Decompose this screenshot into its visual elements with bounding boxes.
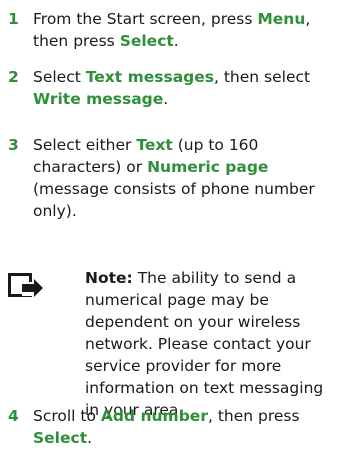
note-label: Note: [85, 269, 133, 287]
keyword-text: Text [136, 136, 173, 154]
step-text-segment: From the Start screen, press [33, 10, 258, 28]
step-text-segment: , then press [207, 407, 300, 425]
keyword-numeric-page: Numeric page [147, 158, 269, 176]
note-body: The ability to send a numerical page may… [85, 269, 324, 419]
step-4: 4 Scroll to Add number, then press Selec… [8, 405, 333, 449]
keyword-text-messages: Text messages [85, 68, 214, 86]
note-text: Note: The ability to send a numerical pa… [85, 267, 340, 421]
keyword-select: Select [119, 32, 174, 50]
step-3: 3 Select either Text (up to 160 characte… [8, 134, 333, 222]
step-number: 1 [8, 10, 19, 28]
step-number: 4 [8, 407, 19, 425]
step-text: Select either Text (up to 160 characters… [33, 134, 333, 222]
step-number: 2 [8, 68, 19, 86]
step-2: 2 Select Text messages, then select Writ… [8, 66, 333, 110]
step-text: Scroll to Add number, then press Select. [33, 405, 333, 449]
step-text: Select Text messages, then select Write … [33, 66, 333, 110]
step-text-segment: (message consists of phone number only). [33, 180, 315, 220]
step-text-segment: , then select [214, 68, 311, 86]
keyword-add-number: Add number [100, 407, 208, 425]
keyword-menu: Menu [257, 10, 306, 28]
step-text-segment: Select [33, 68, 86, 86]
step-number: 3 [8, 136, 19, 154]
step-text-segment: Scroll to [33, 407, 101, 425]
keyword-write-message: Write message [33, 90, 164, 108]
step-text-segment: . [163, 90, 169, 108]
step-1: 1 From the Start screen, press Menu, the… [8, 8, 333, 52]
keyword-select: Select [33, 429, 88, 447]
step-text-segment: Select either [33, 136, 137, 154]
note-icon [8, 273, 44, 299]
step-text-segment: . [173, 32, 179, 50]
step-text: From the Start screen, press Menu, then … [33, 8, 333, 52]
step-text-segment: . [87, 429, 93, 447]
